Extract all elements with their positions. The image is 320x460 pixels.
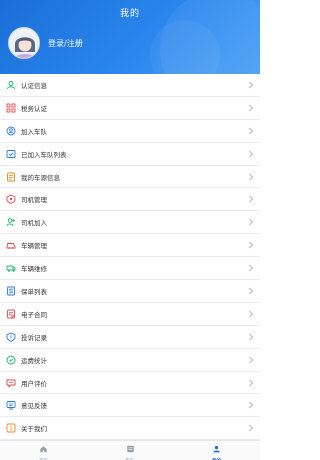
menu-item-label: 用户评价 [21, 379, 47, 388]
menu-item-label: 车辆维修 [21, 265, 47, 274]
complaint-icon [6, 332, 16, 342]
menu-item-label: 电子合同 [21, 310, 47, 319]
home-icon [39, 438, 48, 457]
chevron-right-icon [248, 379, 254, 387]
menu-item-label: 已加入车队列表 [21, 150, 67, 159]
menu-item-label: 投诉记录 [21, 333, 47, 342]
page-title: 我的 [119, 9, 140, 19]
menu-item-freight[interactable]: 运费统计 [0, 348, 260, 372]
menu-item-label: 运费统计 [21, 356, 47, 365]
menu-item-label: 意见反馈 [21, 402, 47, 411]
chevron-right-icon [248, 333, 254, 341]
tab-home[interactable]: 首页 [0, 441, 87, 460]
menu-item-policy[interactable]: 保单列表 [0, 280, 260, 303]
menu-item-list-check[interactable]: 已加入车队列表 [0, 142, 260, 166]
user-avatar-icon [13, 37, 37, 58]
fleet-icon [126, 438, 135, 457]
chevron-right-icon [248, 264, 254, 272]
menu-item-feedback[interactable]: 意见反馈 [0, 394, 260, 418]
profile-header: 我的 登录/注册 [0, 0, 260, 74]
chevron-right-icon [248, 104, 254, 112]
menu-item-vehicle-manage[interactable]: 车辆管理 [0, 234, 260, 258]
tab-fleet[interactable]: 车队 [87, 441, 174, 460]
tax-icon [6, 103, 16, 113]
menu-item-person[interactable]: 认证信息 [0, 74, 260, 97]
menu-item-vehicle-repair[interactable]: 车辆维修 [0, 257, 260, 281]
menu-item-label: 税务认证 [21, 104, 47, 113]
menu-item-label: 司机管理 [21, 196, 47, 205]
me-icon [212, 438, 221, 457]
menu-list: 认证信息税务认证加入车队已加入车队列表 我的车源信息 司机管理司机加入车辆管理车辆维… [0, 74, 260, 441]
menu-item-label: 加入车队 [21, 127, 47, 136]
chevron-right-icon [248, 150, 254, 158]
chevron-right-icon [248, 195, 254, 203]
driver-join-icon [6, 217, 16, 227]
feedback-icon [6, 400, 16, 410]
menu-item-label: 我的车源信息 [21, 173, 60, 182]
menu-item-label: 认证信息 [21, 81, 47, 90]
menu-item-label: 车辆管理 [21, 242, 47, 251]
vehicle-repair-icon [6, 263, 16, 273]
chevron-right-icon [248, 356, 254, 364]
menu-item-label: 关于我们 [21, 425, 47, 434]
list-check-icon [6, 149, 16, 159]
menu-item-complaint[interactable]: 投诉记录 [0, 325, 260, 349]
chevron-right-icon [248, 287, 254, 295]
chevron-right-icon [248, 81, 254, 89]
menu-item-label: 保单列表 [21, 287, 47, 296]
login-register-link[interactable]: 登录/注册 [48, 38, 83, 49]
menu-item-truck-info[interactable]: 我的车源信息 [0, 165, 260, 189]
chevron-right-icon [248, 218, 254, 226]
driver-manage-icon [6, 194, 16, 205]
chevron-right-icon [248, 424, 254, 432]
menu-item-driver-join[interactable]: 司机加入 [0, 211, 260, 235]
tab-me[interactable]: 我的 [173, 441, 260, 460]
menu-item-tax[interactable]: 税务认证 [0, 96, 260, 120]
avatar[interactable] [8, 27, 40, 59]
freight-icon [6, 355, 16, 365]
about-icon [6, 423, 16, 433]
chevron-right-icon [248, 173, 254, 181]
chevron-right-icon [248, 401, 254, 409]
menu-item-driver-manage[interactable]: 司机管理 [0, 188, 260, 212]
policy-icon [6, 286, 16, 296]
review-icon [6, 378, 16, 388]
chevron-right-icon [248, 127, 254, 135]
team-icon [6, 126, 16, 136]
tab-bar: 首页车队我的 [0, 440, 260, 460]
contract-icon [6, 309, 16, 319]
chevron-right-icon [248, 310, 254, 318]
truck-info-icon [6, 172, 16, 182]
menu-item-contract[interactable]: 电子合同 [0, 302, 260, 326]
menu-item-review[interactable]: 用户评价 [0, 371, 260, 395]
menu-item-label: 司机加入 [21, 219, 47, 228]
menu-item-team[interactable]: 加入车队 [0, 119, 260, 143]
chevron-right-icon [248, 241, 254, 249]
vehicle-manage-icon [6, 240, 16, 250]
person-icon [6, 80, 16, 90]
